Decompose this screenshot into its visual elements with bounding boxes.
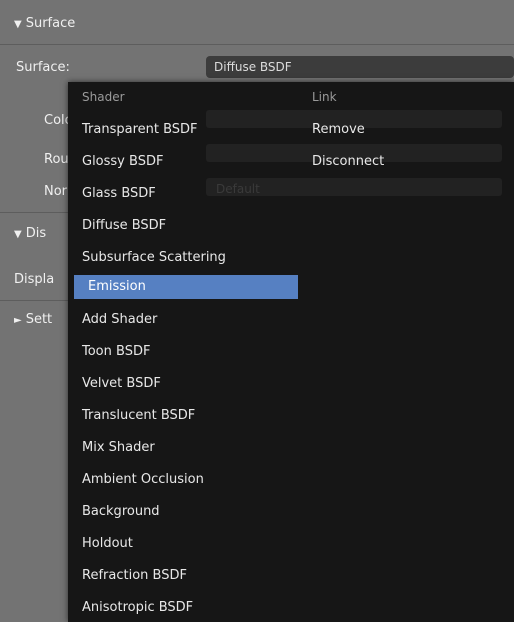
menu-item-background[interactable]: Background [68,500,298,524]
section-divider [0,44,514,45]
menu-item-emission[interactable]: Emission [74,275,298,299]
settings-section-header[interactable]: ► Sett [14,306,52,334]
displacement-section-header[interactable]: ▼ Dis [14,220,46,248]
displacement-label: Displa [14,272,55,287]
shader-column-header: Shader [82,90,125,104]
normal-label: Nor [44,184,68,199]
roughness-label: Rou [44,152,69,167]
menu-item-mix-shader[interactable]: Mix Shader [68,436,298,460]
menu-item-transparent-bsdf[interactable]: Transparent BSDF [68,118,298,142]
expand-triangle-icon: ▼ [14,19,22,30]
menu-item-add-shader[interactable]: Add Shader [68,308,298,332]
menu-item-ambient-occlusion[interactable]: Ambient Occlusion [68,468,298,492]
menu-item-holdout[interactable]: Holdout [68,532,298,556]
surface-shader-dropdown[interactable]: Diffuse BSDF [206,56,514,78]
menu-item-refraction-bsdf[interactable]: Refraction BSDF [68,564,298,588]
menu-item-velvet-bsdf[interactable]: Velvet BSDF [68,372,298,396]
link-column-header: Link [312,90,337,104]
menu-item-remove[interactable]: Remove [298,118,498,142]
menu-item-disconnect[interactable]: Disconnect [298,150,498,174]
menu-item-subsurface-scattering[interactable]: Subsurface Scattering [68,246,298,270]
displacement-section-label: Dis [25,226,47,241]
menu-item-diffuse-bsdf[interactable]: Diffuse BSDF [68,214,298,238]
menu-item-glass-bsdf[interactable]: Glass BSDF [68,182,298,206]
expand-triangle-icon: ▼ [14,229,22,240]
menu-item-toon-bsdf[interactable]: Toon BSDF [68,340,298,364]
surface-section-label: Surface [25,16,76,31]
shader-popup-menu: Default Shader Link Transparent BSDF Glo… [68,82,514,622]
menu-item-glossy-bsdf[interactable]: Glossy BSDF [68,150,298,174]
surface-shader-value: Diffuse BSDF [214,60,292,74]
surface-label: Surface: [16,60,70,75]
menu-item-translucent-bsdf[interactable]: Translucent BSDF [68,404,298,428]
settings-section-label: Sett [25,312,53,327]
surface-section-header[interactable]: ▼ Surface [14,10,75,38]
menu-item-anisotropic-bsdf[interactable]: Anisotropic BSDF [68,596,298,620]
collapsed-triangle-icon: ► [14,315,22,326]
